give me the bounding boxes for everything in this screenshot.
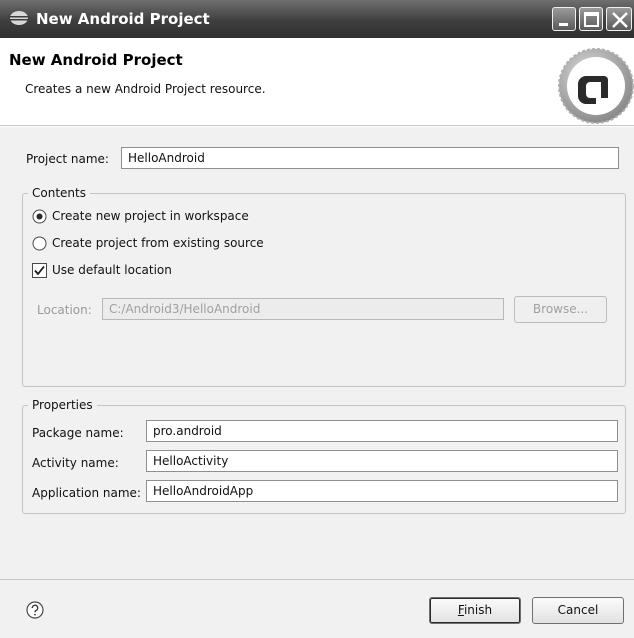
- package-name-label: Package name:: [32, 426, 124, 440]
- use-default-location-label[interactable]: Use default location: [52, 263, 172, 277]
- wizard-header: New Android Project Creates a new Androi…: [0, 38, 634, 126]
- help-icon[interactable]: [26, 601, 44, 619]
- minimize-icon: [559, 23, 568, 26]
- application-name-label: Application name:: [32, 486, 141, 500]
- radio-create-new[interactable]: [32, 209, 47, 224]
- application-name-input[interactable]: HelloAndroidApp: [146, 480, 618, 502]
- radio-create-new-label[interactable]: Create new project in workspace: [52, 209, 249, 223]
- window-title: New Android Project: [36, 10, 210, 28]
- use-default-location-checkbox[interactable]: [32, 263, 47, 278]
- properties-legend: Properties: [28, 398, 97, 412]
- android-logo: [558, 48, 634, 124]
- location-input[interactable]: C:/Android3/HelloAndroid: [102, 298, 504, 320]
- activity-name-input[interactable]: HelloActivity: [146, 450, 618, 472]
- radio-existing-source-label[interactable]: Create project from existing source: [52, 236, 264, 250]
- wizard-footer: Finish Cancel: [0, 579, 634, 638]
- package-name-input[interactable]: pro.android: [146, 420, 618, 442]
- wizard-body: Project name: HelloAndroid Contents Crea…: [0, 127, 634, 579]
- cancel-button[interactable]: Cancel: [532, 597, 624, 624]
- maximize-button[interactable]: [579, 7, 603, 31]
- location-label: Location:: [37, 303, 92, 317]
- wizard-title: New Android Project: [9, 51, 183, 69]
- eclipse-window-icon: [9, 11, 29, 25]
- activity-name-label: Activity name:: [32, 456, 119, 470]
- browse-button[interactable]: Browse...: [514, 296, 607, 323]
- maximize-icon: [584, 12, 599, 27]
- window-titlebar[interactable]: New Android Project: [0, 0, 634, 38]
- finish-button[interactable]: Finish: [429, 597, 521, 624]
- project-name-label: Project name:: [26, 152, 109, 166]
- close-button[interactable]: [606, 7, 632, 31]
- radio-existing-source[interactable]: [32, 236, 47, 251]
- wizard-description: Creates a new Android Project resource.: [25, 82, 266, 96]
- minimize-button[interactable]: [552, 7, 576, 31]
- contents-legend: Contents: [28, 186, 90, 200]
- finish-label-rest: inish: [463, 603, 493, 617]
- close-icon: [612, 12, 628, 28]
- project-name-input[interactable]: HelloAndroid: [121, 147, 619, 169]
